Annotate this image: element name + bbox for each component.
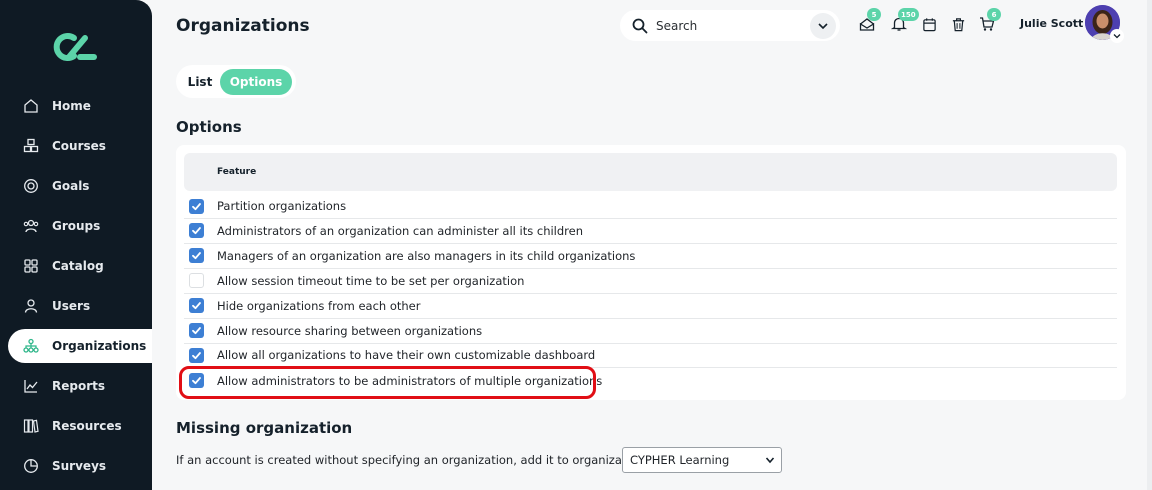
table-row: Administrators of an organization can ad… [184, 219, 1117, 244]
checkmark-icon [192, 302, 201, 310]
sidebar: Home Courses Goals Groups Catalog Users … [0, 0, 152, 490]
selected-organization: CYPHER Learning [630, 453, 730, 467]
feature-checkbox[interactable] [189, 223, 204, 239]
sidebar-item-label: Goals [52, 179, 90, 193]
table-row: Managers of an organization are also man… [184, 244, 1117, 269]
sidebar-item-reports[interactable]: Reports [8, 369, 152, 403]
organizations-icon [22, 337, 40, 355]
sidebar-item-surveys[interactable]: Surveys [8, 449, 152, 483]
notifications-button[interactable]: 150 [889, 8, 919, 34]
search-icon [632, 18, 648, 33]
search-input[interactable]: Search [656, 19, 810, 33]
groups-icon [22, 217, 40, 235]
chevron-down-icon [1113, 34, 1121, 39]
page-scrollbar[interactable] [1147, 0, 1152, 490]
tab-list[interactable]: List [180, 69, 220, 95]
user-name[interactable]: Julie Scott [1020, 17, 1083, 30]
table-row: Hide organizations from each other [184, 294, 1117, 319]
column-header-feature: Feature [217, 167, 257, 177]
sidebar-item-label: Organizations [52, 339, 147, 353]
resources-icon [22, 417, 40, 435]
courses-icon [22, 137, 40, 155]
feature-checkbox[interactable] [189, 347, 204, 363]
sidebar-item-label: Users [52, 299, 91, 313]
checkmark-icon [192, 227, 201, 235]
sidebar-item-groups[interactable]: Groups [8, 209, 152, 243]
tab-options[interactable]: Options [220, 68, 292, 95]
checkmark-icon [192, 351, 201, 359]
inbox-button[interactable]: 5 [857, 8, 881, 34]
table-row: Allow session timeout time to be set per… [184, 269, 1117, 294]
sidebar-item-label: Reports [52, 379, 106, 393]
sidebar-item-resources[interactable]: Resources [8, 409, 152, 443]
cart-count-badge: 6 [987, 8, 1001, 21]
catalog-icon [22, 257, 40, 275]
feature-checkbox[interactable] [189, 273, 204, 289]
feature-checkbox[interactable] [189, 198, 204, 214]
sidebar-item-catalog[interactable]: Catalog [8, 249, 152, 283]
sidebar-item-courses[interactable]: Courses [8, 129, 152, 163]
table-row: Allow all organizations to have their ow… [184, 343, 1117, 369]
feature-label: Allow resource sharing between organizat… [217, 323, 483, 338]
feature-label: Hide organizations from each other [217, 298, 421, 313]
checkmark-icon [192, 252, 201, 260]
highlight-box [179, 366, 596, 399]
sidebar-item-home[interactable]: Home [8, 89, 152, 123]
notifications-count-badge: 150 [898, 8, 919, 21]
calendar-icon [922, 17, 936, 31]
feature-label: Partition organizations [217, 199, 347, 213]
sidebar-item-goals[interactable]: Goals [8, 169, 152, 203]
missing-organization-title: Missing organization [176, 419, 353, 437]
home-icon [22, 97, 40, 115]
default-organization-select[interactable]: CYPHER Learning [622, 447, 782, 473]
table-row: Partition organizations [184, 194, 1117, 219]
checkmark-icon [192, 327, 201, 335]
sidebar-item-label: Home [52, 99, 91, 113]
brand-logo-icon[interactable] [52, 30, 100, 64]
cart-button[interactable]: 6 [977, 8, 1001, 34]
feature-checkbox[interactable] [189, 298, 204, 314]
inbox-count-badge: 5 [867, 8, 881, 21]
chevron-down-icon [765, 457, 775, 464]
reports-icon [22, 377, 40, 395]
users-icon [22, 297, 40, 315]
checkmark-icon [192, 202, 201, 210]
sidebar-item-label: Catalog [52, 259, 104, 273]
trash-button[interactable] [948, 14, 968, 34]
user-menu-toggle[interactable] [1110, 29, 1124, 43]
sidebar-item-label: Courses [52, 139, 106, 153]
calendar-button[interactable] [919, 14, 939, 34]
feature-label: Managers of an organization are also man… [217, 248, 636, 263]
search-bar[interactable]: Search [620, 10, 840, 41]
surveys-icon [22, 457, 40, 475]
trash-icon [952, 17, 964, 31]
feature-label: Administrators of an organization can ad… [217, 223, 584, 238]
feature-label: Allow session timeout time to be set per… [217, 273, 525, 288]
sidebar-item-label: Groups [52, 219, 101, 233]
goals-icon [22, 177, 40, 195]
feature-label: Allow all organizations to have their ow… [217, 348, 596, 363]
options-title: Options [176, 118, 242, 136]
sidebar-item-organizations[interactable]: Organizations [8, 329, 152, 363]
page-title: Organizations [176, 16, 310, 36]
table-row: Allow resource sharing between organizat… [184, 319, 1117, 344]
table-header: Feature [184, 153, 1117, 191]
sidebar-item-users[interactable]: Users [8, 289, 152, 323]
search-scope-dropdown[interactable] [810, 12, 836, 39]
feature-checkbox[interactable] [189, 323, 204, 338]
feature-checkbox[interactable] [189, 248, 204, 264]
missing-organization-text: If an account is created without specify… [176, 453, 648, 467]
sidebar-item-label: Surveys [52, 459, 107, 473]
sidebar-item-label: Resources [52, 419, 122, 433]
view-tabs: List Options [176, 65, 296, 98]
chevron-down-icon [818, 22, 828, 29]
